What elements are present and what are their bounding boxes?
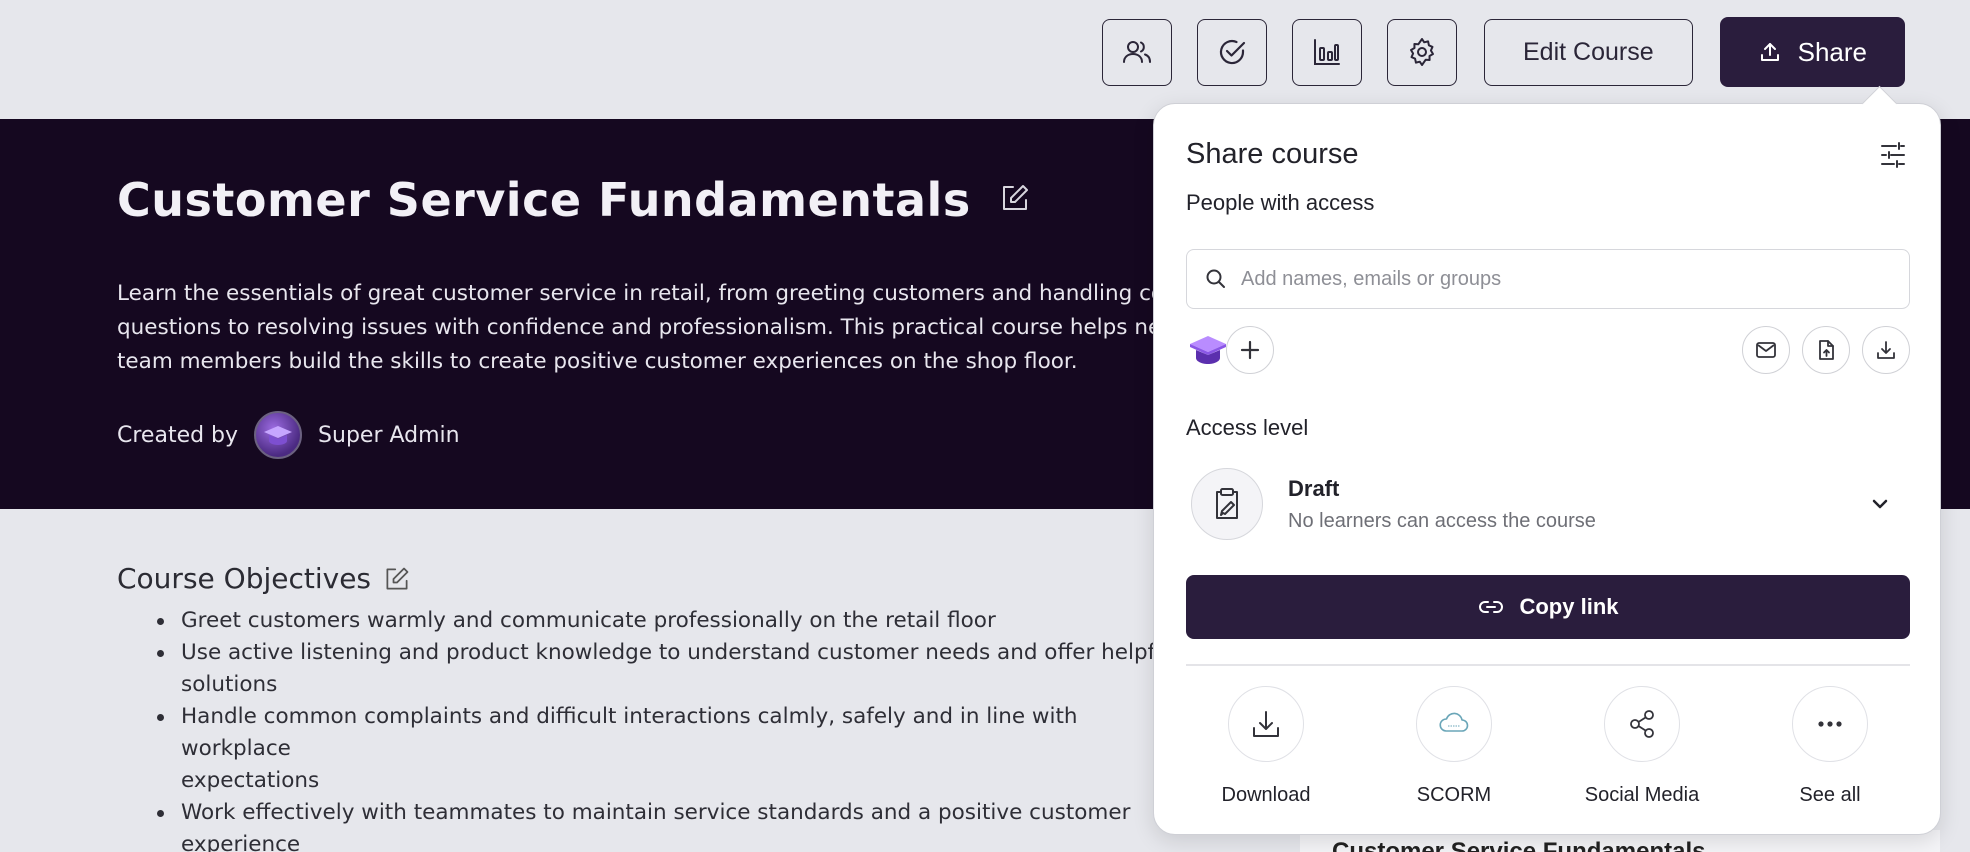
access-level-subtitle: No learners can access the course: [1288, 509, 1596, 532]
course-title: Customer Service Fundamentals: [117, 173, 971, 227]
scorm-option-circle: [1416, 686, 1492, 762]
people-with-access-label: People with access: [1186, 190, 1375, 215]
objective-item: Use active listening and product knowled…: [157, 637, 1177, 701]
sliders-icon[interactable]: [1878, 140, 1908, 170]
people-button[interactable]: [1101, 18, 1172, 86]
copy-link-label: Copy link: [1519, 594, 1619, 619]
social-media-option-circle: [1604, 686, 1680, 762]
objectives-heading-row: Course Objectives: [117, 562, 1177, 595]
download-icon: [1253, 711, 1279, 737]
course-title-row: Customer Service Fundamentals: [117, 173, 1031, 227]
email-invite-button[interactable]: [1742, 326, 1790, 374]
edit-icon[interactable]: [383, 565, 411, 593]
gear-icon: [1409, 38, 1434, 66]
download-option-circle: [1228, 686, 1304, 762]
scorm-option[interactable]: SCORM: [1374, 686, 1534, 807]
description-line: questions to resolving issues with confi…: [117, 315, 1157, 340]
edit-course-label: Edit Course: [1522, 37, 1654, 66]
see-all-option-label: See all: [1799, 784, 1861, 806]
scorm-cloud-icon: [1439, 712, 1469, 732]
created-by-label: Created by: [117, 422, 239, 448]
objectives-list: Greet customers warmly and communicate p…: [117, 605, 1177, 852]
course-description: Learn the essentials of great customer s…: [117, 277, 1157, 379]
people-search-box[interactable]: [1186, 249, 1910, 309]
top-toolbar: Edit Course Share: [1101, 17, 1905, 87]
edit-title-button[interactable]: [999, 182, 1031, 218]
created-by: Created by Super Admin: [117, 411, 460, 459]
people-search-input[interactable]: [1241, 267, 1881, 291]
social-media-option[interactable]: Social Media: [1562, 686, 1722, 807]
description-line: Learn the essentials of great customer s…: [117, 281, 1157, 306]
check-circle-icon: [1219, 39, 1246, 65]
objective-item: Handle common complaints and difficult i…: [157, 701, 1177, 797]
add-member-button[interactable]: [1226, 326, 1274, 374]
objectives-heading: Course Objectives: [117, 562, 372, 595]
objective-item: Work effectively with teammates to maint…: [157, 797, 1177, 852]
review-button[interactable]: [1196, 18, 1267, 86]
search-icon: [1206, 269, 1225, 288]
share-nodes-icon: [1630, 710, 1654, 738]
bar-chart-icon: [1313, 39, 1340, 65]
people-icon: [1122, 41, 1151, 63]
file-upload-icon: [1819, 340, 1834, 360]
share-options: Download SCORM Social Media See all: [1186, 686, 1910, 807]
see-all-option[interactable]: See all: [1750, 686, 1910, 807]
members-left: [1186, 326, 1274, 374]
copy-link-button[interactable]: Copy link: [1186, 575, 1910, 639]
share-course-panel: Share course People with access Add name…: [1153, 103, 1941, 835]
analytics-button[interactable]: [1291, 18, 1362, 86]
settings-button[interactable]: [1386, 18, 1457, 86]
social-media-option-label: Social Media: [1584, 784, 1700, 806]
more-dots-icon: [1818, 721, 1842, 727]
share-button[interactable]: Share: [1719, 17, 1905, 87]
edit-icon: [1002, 185, 1028, 210]
access-level-title: Draft: [1288, 475, 1340, 501]
edit-course-button[interactable]: Edit Course: [1483, 18, 1693, 86]
objective-item: Greet customers warmly and communicate p…: [157, 605, 1177, 637]
author-avatar: [254, 411, 303, 459]
share-panel-header: Share course: [1186, 138, 1908, 171]
import-file-button[interactable]: [1802, 326, 1850, 374]
link-icon: [1479, 601, 1504, 613]
upload-icon: [1760, 43, 1779, 61]
access-level-label: Access level: [1186, 415, 1309, 440]
mail-icon: [1756, 342, 1776, 358]
description-line: team members build the skills to create …: [117, 349, 1078, 374]
scorm-option-label: SCORM: [1416, 784, 1492, 806]
course-objectives: Course Objectives Greet customers warmly…: [117, 562, 1177, 852]
share-label: Share: [1797, 36, 1867, 67]
access-icon: [1191, 468, 1263, 540]
graduation-cap-icon: [264, 426, 293, 445]
access-level-select[interactable]: Draft No learners can access the course: [1186, 464, 1910, 544]
clipboard-edit-icon: [1216, 488, 1238, 519]
author-name: Super Admin: [318, 422, 460, 448]
chevron-down-icon: [1872, 499, 1888, 509]
see-all-option-circle: [1792, 686, 1868, 762]
panel-divider: [1186, 664, 1910, 666]
graduation-cap-icon: [1190, 336, 1226, 364]
export-button[interactable]: [1862, 326, 1910, 374]
preview-card-title: Customer Service Fundamentals: [1332, 838, 1706, 852]
plus-icon: [1240, 340, 1260, 360]
member-actions: [1742, 326, 1910, 374]
download-option[interactable]: Download: [1186, 686, 1346, 807]
members-row: [1186, 325, 1910, 375]
download-icon: [1877, 341, 1895, 359]
access-text: Draft No learners can access the course: [1288, 476, 1868, 533]
download-option-label: Download: [1221, 784, 1311, 806]
share-panel-title: Share course: [1186, 138, 1359, 170]
